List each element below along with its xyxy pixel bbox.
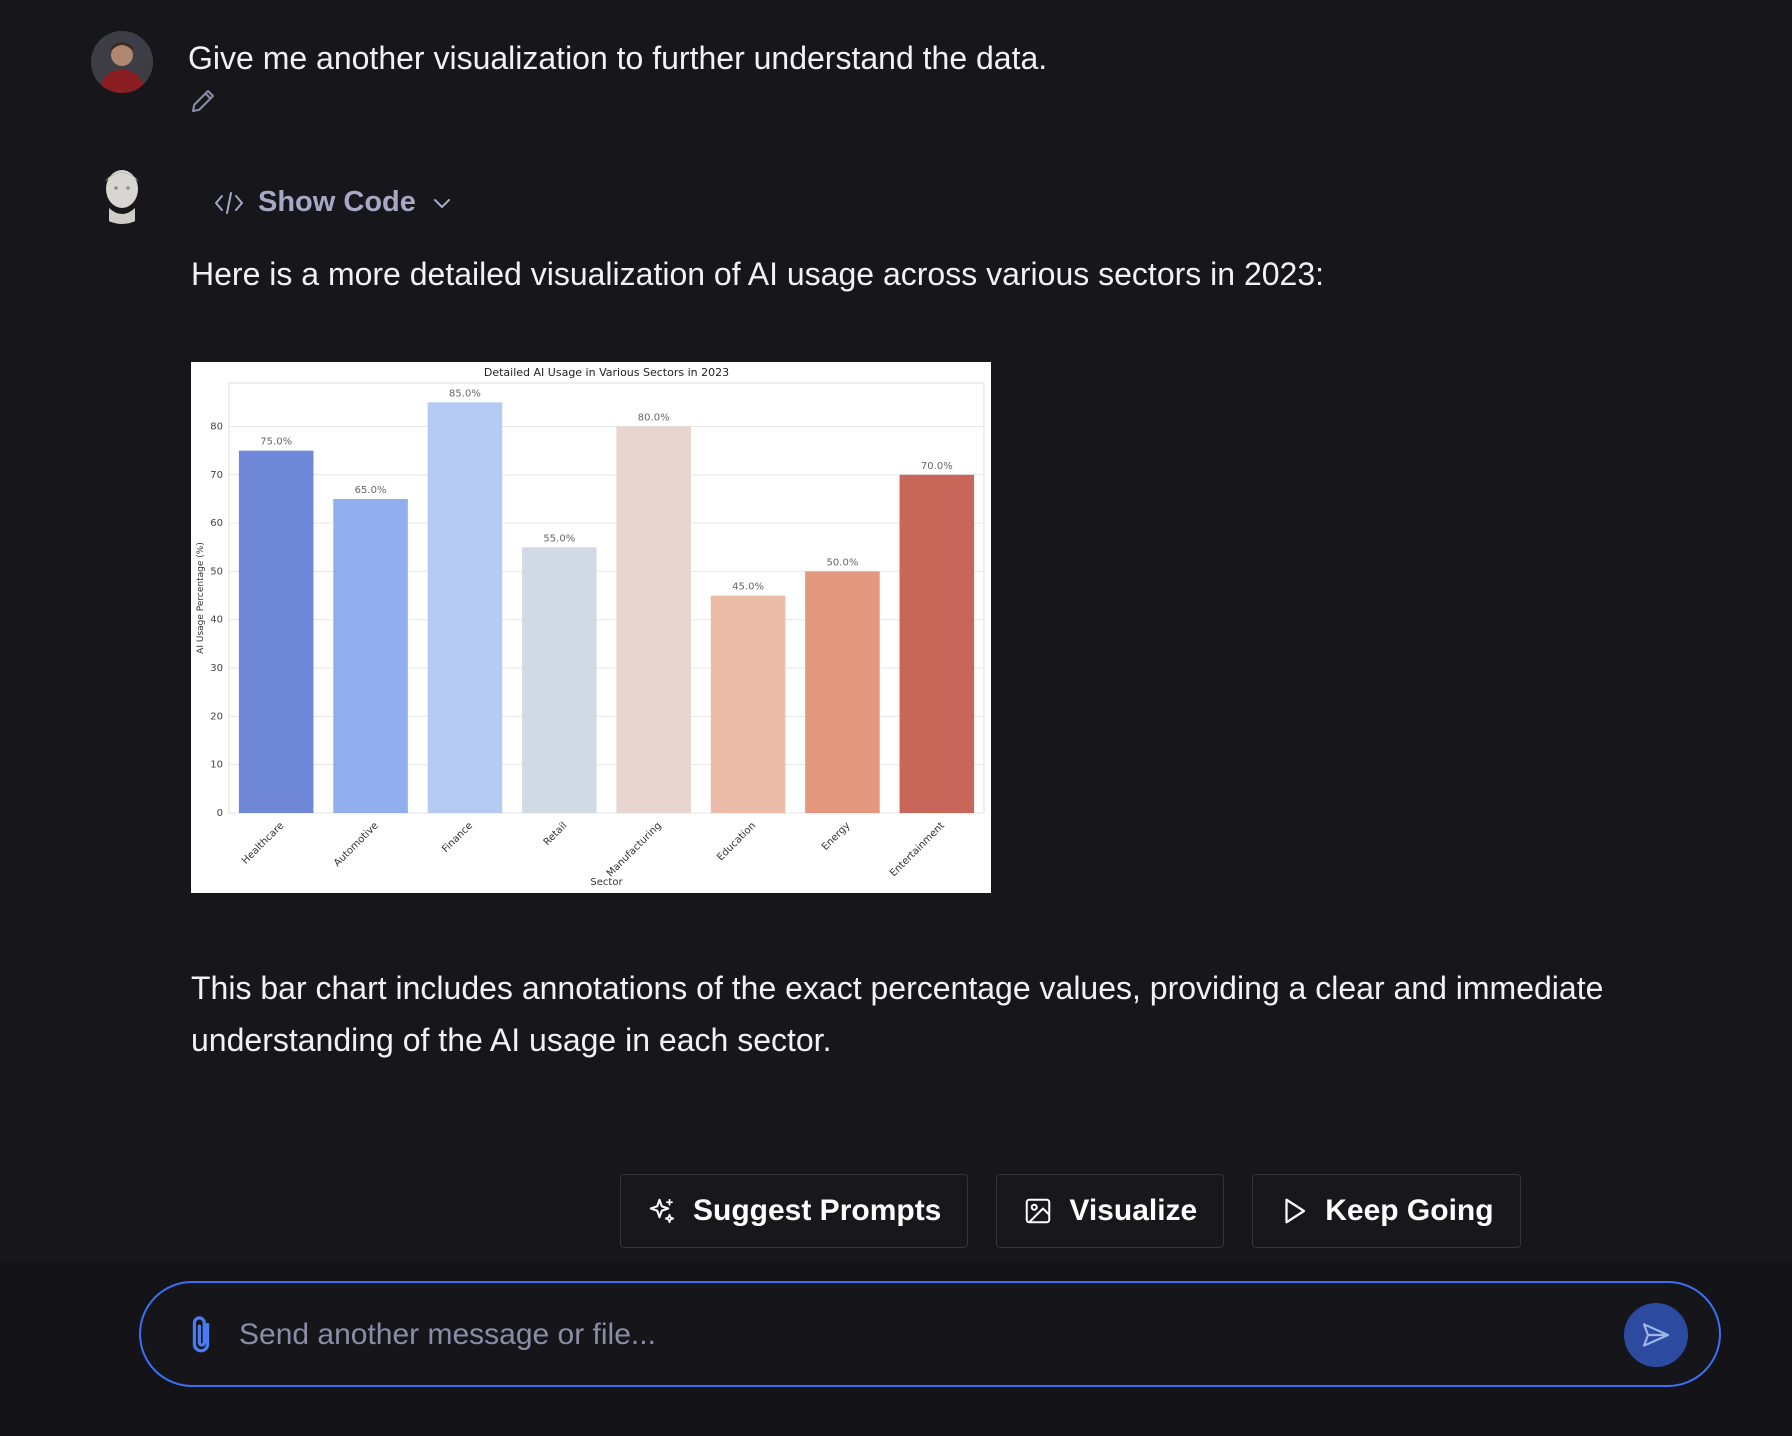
chart-title: Detailed AI Usage in Various Sectors in … [484,366,729,379]
paperclip-icon [192,1316,210,1353]
visualize-label: Visualize [1069,1194,1198,1227]
attach-file-button[interactable] [181,1313,221,1359]
x-tick-label: Entertainment [888,820,947,879]
assistant-intro-text: Here is a more detailed visualization of… [191,256,1325,292]
play-icon [1285,1198,1306,1224]
x-tick-label: Energy [820,820,853,853]
pencil-icon [192,90,214,112]
y-tick-label: 0 [217,808,223,819]
code-icon [215,191,243,214]
x-tick-label: Finance [440,820,475,855]
bar-value-label: 65.0% [355,485,387,496]
y-tick-label: 80 [210,421,223,432]
keep-going-label: Keep Going [1325,1194,1494,1227]
send-icon [1642,1323,1670,1347]
x-tick-label: Retail [542,820,570,848]
x-tick-label: Manufacturing [605,820,664,879]
assistant-avatar [91,162,153,224]
bar-value-label: 50.0% [827,557,859,568]
suggest-prompts-label: Suggest Prompts [693,1194,942,1227]
y-tick-label: 50 [210,566,223,577]
bar-education [710,595,786,813]
bar-finance [427,402,503,813]
image-icon [1026,1198,1051,1224]
bar-retail [522,547,597,813]
assistant-outro-text: This bar chart includes annotations of t… [191,970,1604,1058]
x-tick-label: Healthcare [240,820,286,866]
sparkles-icon [649,1198,675,1224]
visualize-button[interactable]: Visualize [996,1174,1225,1248]
user-avatar [91,31,153,93]
message-input[interactable] [237,1303,1541,1367]
bar-healthcare [238,450,314,813]
show-code-toggle[interactable]: Show Code [214,186,454,219]
bar-value-label: 55.0% [543,533,575,544]
y-tick-label: 10 [210,760,223,771]
y-tick-label: 60 [210,518,223,529]
edit-message-button[interactable] [188,86,218,116]
y-tick-label: 30 [210,663,223,674]
bar-energy [805,571,880,813]
chart-image: 0 10 20 30 40 50 60 70 80 Detailed AI Usage in Va… [191,362,991,893]
y-tick-label: 70 [210,470,223,481]
send-button[interactable] [1624,1303,1688,1367]
bar-automotive [333,498,408,813]
suggest-prompts-button[interactable]: Suggest Prompts [620,1174,969,1248]
chevron-down-icon [433,198,450,208]
user-message-text: Give me another visualization to further… [188,40,1048,76]
bar-manufacturing [616,426,691,813]
y-tick-label: 20 [210,711,223,722]
x-tick-label: Education [715,820,758,863]
action-bar: Suggest Prompts Visualize Keep Going [620,1174,1521,1248]
x-axis-label: Sector [590,877,623,888]
y-tick-label: 40 [210,615,223,626]
bar-value-label: 80.0% [638,412,670,423]
show-code-label: Show Code [258,186,416,218]
bar-chart: 0 10 20 30 40 50 60 70 80 Detailed AI Usage in Va… [196,366,985,888]
keep-going-button[interactable]: Keep Going [1252,1174,1521,1248]
bar-value-label: 75.0% [260,437,292,448]
bar-value-label: 85.0% [449,388,481,399]
bar-value-label: 45.0% [732,582,764,593]
x-tick-label: Automotive [332,820,381,869]
bar-value-label: 70.0% [921,461,953,472]
y-axis-label: AI Usage Percentage (%) [196,542,206,654]
bar-entertainment [899,474,975,813]
message-composer [139,1281,1721,1387]
